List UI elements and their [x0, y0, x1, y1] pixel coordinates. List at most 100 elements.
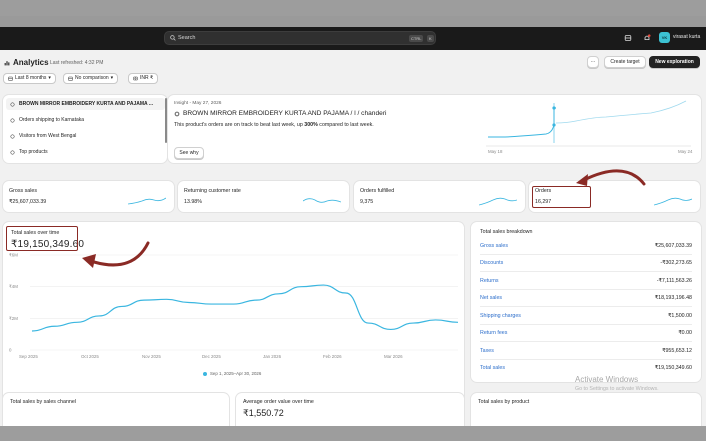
date-range-label: Last 8 months — [15, 75, 47, 81]
date-range-filter[interactable]: Last 8 months ▾ — [3, 73, 56, 84]
x-tick-label: Jan 2026 — [263, 354, 282, 359]
suggestion-item[interactable]: Visitors from West Bengal — [10, 133, 76, 139]
y-tick-label: 0 — [9, 348, 12, 353]
metric-sparkline — [303, 198, 341, 203]
breakdown-value: ₹19,150,349.60 — [654, 365, 692, 371]
see-why-button[interactable]: See why — [174, 147, 204, 159]
breakdown-title: Total sales breakdown — [480, 229, 533, 235]
currency-label: INR ₹ — [140, 75, 154, 81]
sparkle-icon — [10, 102, 15, 106]
insight-card: Insight - May 27, 2026 BROWN MIRROR EMBR… — [168, 95, 701, 163]
breakdown-row[interactable]: Discounts -₹302,273.65 — [480, 255, 692, 272]
insight-x-end: May 24 — [678, 149, 693, 154]
x-tick-label: Dec 2025 — [202, 354, 221, 359]
metric-value: ₹25,607,033.39 — [9, 199, 47, 205]
sales-by-product-card: Total sales by product — [471, 393, 701, 426]
breakdown-label[interactable]: Discounts — [480, 260, 503, 266]
store-name[interactable]: virasat kurta — [673, 34, 700, 40]
suggestion-label: BROWN MIRROR EMBROIDERY KURTA AND PAJAMA… — [19, 101, 153, 107]
calendar-icon — [68, 76, 73, 81]
suggestion-label: Orders shipping to Karnataka — [19, 117, 85, 123]
suggestion-label: Top products — [19, 149, 48, 155]
breakdown-row[interactable]: Return fees ₹0.00 — [480, 325, 692, 342]
metric-card-orders-fulfilled[interactable]: Orders fulfilled 9,375 — [354, 181, 525, 212]
suggestion-item[interactable]: BROWN MIRROR EMBROIDERY KURTA AND PAJAMA… — [10, 101, 153, 107]
bar-chart-icon — [4, 60, 10, 65]
insight-text-prefix: This product's orders are on track to be… — [174, 122, 305, 128]
aov-value: ₹1,550.72 — [243, 408, 284, 418]
calendar-icon — [8, 76, 13, 81]
metric-sparkline — [654, 197, 692, 206]
metric-title: Returning customer rate — [184, 188, 241, 194]
legend-dot — [203, 371, 207, 376]
metric-title: Orders fulfilled — [360, 188, 395, 194]
annotation-box — [532, 186, 591, 208]
annotation-arrow — [82, 241, 150, 268]
search-icon — [170, 35, 176, 41]
breakdown-label[interactable]: Taxes — [480, 348, 494, 354]
breakdown-row[interactable]: Taxes ₹955,653.12 — [480, 343, 692, 360]
metric-value: 9,375 — [360, 199, 374, 205]
comparison-filter[interactable]: No comparison ▾ — [63, 73, 119, 84]
inbox-icon[interactable] — [624, 34, 632, 42]
y-tick-label: ₹6M — [9, 253, 18, 258]
legend-label: Sep 1, 2025–Apr 30, 2026 — [210, 371, 262, 376]
x-tick-label: Feb 2026 — [323, 354, 342, 359]
main-content: Analytics Last refreshed: 4:32 PM ··· Cr… — [0, 50, 706, 426]
breakdown-label[interactable]: Returns — [480, 278, 499, 284]
chevron-down-icon: ▾ — [110, 75, 114, 81]
x-tick-label: Mar 2026 — [384, 354, 403, 359]
card-title: Total sales by sales channel — [10, 399, 76, 405]
store-avatar[interactable]: VK — [659, 32, 670, 43]
y-tick-label: ₹2M — [9, 316, 18, 321]
suggestion-item[interactable]: Orders shipping to Karnataka — [10, 117, 84, 123]
metric-title: Gross sales — [9, 188, 37, 194]
breakdown-row[interactable]: Gross sales ₹25,607,033.39 — [480, 238, 692, 255]
last-refreshed: Last refreshed: 4:32 PM — [50, 60, 104, 66]
insight-text-suffix: compared to last week. — [317, 122, 374, 128]
new-exploration-button[interactable]: New exploration — [649, 56, 700, 68]
bell-icon[interactable] — [643, 34, 651, 42]
insight-sparkline — [486, 100, 691, 147]
breakdown-value: ₹955,653.12 — [662, 348, 692, 354]
activate-windows-hint: Go to Settings to activate Windows. — [575, 386, 659, 392]
metric-value: 13.98% — [184, 199, 202, 205]
screenshot-frame-bottom — [0, 426, 706, 441]
screenshot-frame-top — [0, 0, 706, 16]
currency-filter[interactable]: INR ₹ — [128, 73, 159, 84]
metric-sparkline — [479, 197, 517, 206]
sparkle-icon — [10, 134, 15, 138]
more-actions-button[interactable]: ··· — [587, 56, 599, 68]
annotation-arrow — [576, 169, 646, 186]
breakdown-label[interactable]: Return fees — [480, 330, 507, 336]
breakdown-value: ₹1,500.00 — [668, 313, 692, 319]
activate-windows-watermark: Activate Windows — [575, 375, 639, 384]
breakdown-row[interactable]: Shipping charges ₹1,500.00 — [480, 308, 692, 325]
breakdown-value: ₹0.00 — [678, 330, 692, 336]
breakdown-label[interactable]: Total sales — [480, 365, 505, 371]
breakdown-label[interactable]: Shipping charges — [480, 313, 521, 319]
insight-highlight: 300% — [304, 122, 318, 128]
top-bar: Search CTRL K VK virasat kurta — [0, 27, 706, 50]
product-icon — [174, 111, 180, 116]
card-title: Average order value over time — [243, 399, 314, 405]
suggestion-item[interactable]: Top products — [10, 149, 48, 155]
card-title: Total sales by product — [478, 399, 530, 405]
y-tick-label: ₹4M — [9, 284, 18, 289]
breakdown-value: ₹18,193,196.48 — [654, 295, 692, 301]
breakdown-label[interactable]: Net sales — [480, 295, 502, 301]
breakdown-label[interactable]: Gross sales — [480, 243, 508, 249]
metric-card-returning-rate[interactable]: Returning customer rate 13.98% — [178, 181, 349, 212]
sparkle-icon — [10, 150, 15, 154]
breakdown-row[interactable]: Net sales ₹18,193,196.48 — [480, 290, 692, 307]
search-input[interactable]: Search CTRL K — [164, 31, 436, 45]
ctrl-key-hint: CTRL — [409, 34, 424, 42]
suggestions-card: BROWN MIRROR EMBROIDERY KURTA AND PAJAMA… — [3, 95, 167, 163]
create-target-button[interactable]: Create target — [604, 56, 646, 68]
breakdown-row[interactable]: Returns -₹7,111,563.26 — [480, 273, 692, 290]
insight-product: BROWN MIRROR EMBROIDERY KURTA AND PAJAMA… — [174, 110, 386, 117]
breakdown-value: ₹25,607,033.39 — [654, 243, 692, 249]
metric-card-gross-sales[interactable]: Gross sales ₹25,607,033.39 — [3, 181, 174, 212]
scrollbar[interactable] — [165, 98, 167, 143]
x-tick-label: Sep 2025 — [19, 354, 38, 359]
